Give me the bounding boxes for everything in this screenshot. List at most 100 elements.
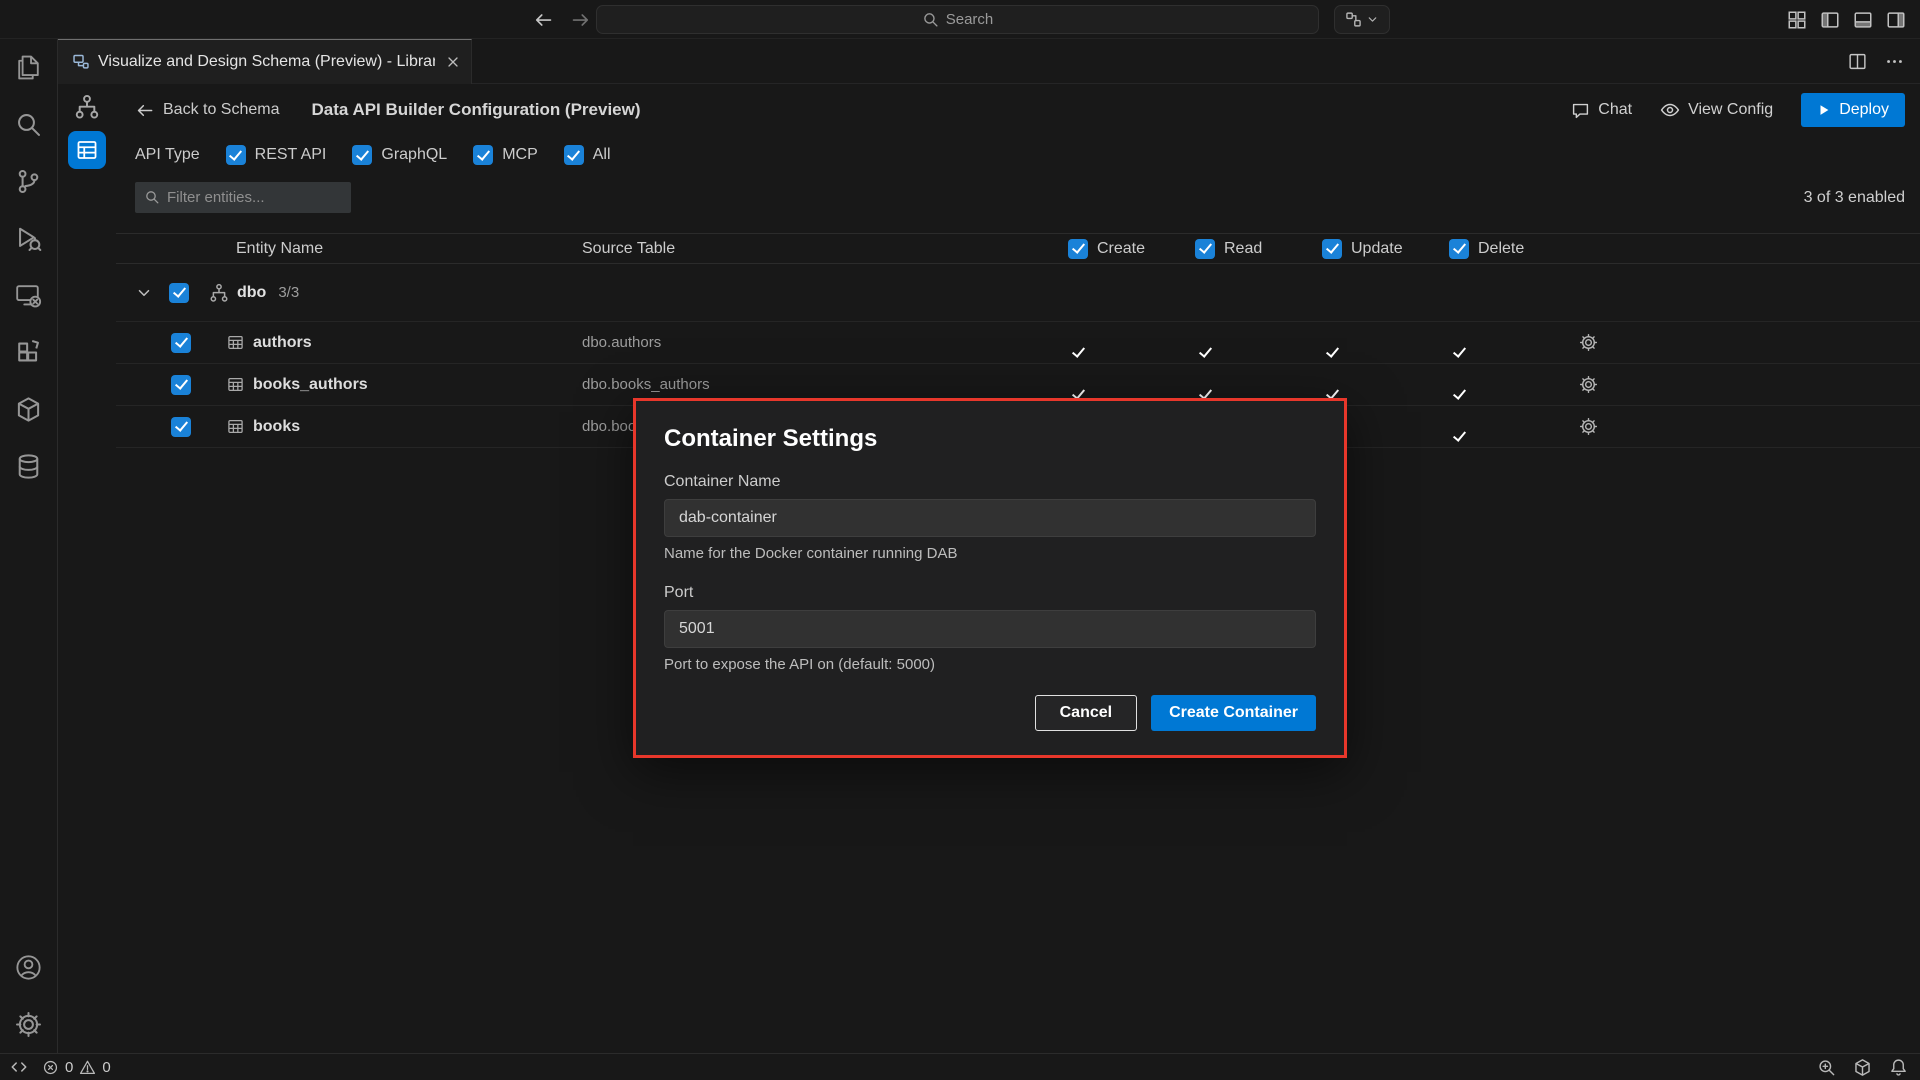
forward-arrow-icon[interactable]: [571, 10, 591, 30]
filter-graphql[interactable]: GraphQL: [352, 145, 447, 165]
command-center-search[interactable]: Search: [596, 5, 1319, 34]
play-icon: [1817, 103, 1831, 117]
warnings-count: 0: [102, 1059, 110, 1076]
schema-icon: [209, 283, 229, 303]
editor-tab-bar: Visualize and Design Schema (Preview) - …: [58, 39, 1920, 84]
view-config-button[interactable]: View Config: [1660, 100, 1773, 120]
notifications-bell-icon[interactable]: [1889, 1058, 1908, 1077]
back-arrow-icon: [135, 101, 154, 120]
zoom-icon[interactable]: [1817, 1058, 1836, 1077]
view-config-label: View Config: [1688, 101, 1773, 119]
mcp-checkbox[interactable]: [473, 145, 493, 165]
container-status-icon[interactable]: [1853, 1058, 1872, 1077]
source-table: dbo.books_authors: [582, 376, 1068, 393]
deploy-label: Deploy: [1839, 101, 1889, 119]
dialog-title: Container Settings: [664, 425, 1316, 453]
toggle-secondary-sidebar-icon[interactable]: [1886, 10, 1906, 30]
remote-indicator-icon[interactable]: [10, 1058, 28, 1076]
tab-label: Visualize and Design Schema (Preview) - …: [98, 53, 435, 71]
tab-close-icon[interactable]: [445, 54, 461, 70]
search-icon: [922, 11, 939, 28]
remote-explorer-icon[interactable]: [0, 267, 57, 324]
webview-nav-rail: [58, 84, 116, 1053]
cancel-button[interactable]: Cancel: [1035, 695, 1137, 731]
search-placeholder: Search: [946, 11, 994, 28]
filter-entities-input[interactable]: [135, 182, 351, 213]
col-source-table: Source Table: [582, 240, 1068, 258]
containers-cube-icon[interactable]: [0, 381, 57, 438]
back-to-schema-link[interactable]: Back to Schema: [135, 101, 280, 120]
all-label: All: [593, 146, 611, 164]
filter-mcp[interactable]: MCP: [473, 145, 538, 165]
container-name-label: Container Name: [664, 473, 1316, 491]
chat-label: Chat: [1598, 101, 1632, 119]
filter-all[interactable]: All: [564, 145, 611, 165]
explorer-icon[interactable]: [0, 39, 57, 96]
toggle-panel-icon[interactable]: [1853, 10, 1873, 30]
create-all-checkbox[interactable]: [1068, 239, 1088, 259]
container-settings-dialog: Container Settings Container Name Name f…: [633, 398, 1347, 758]
books-row-checkbox[interactable]: [171, 417, 191, 437]
enabled-summary: 3 of 3 enabled: [1804, 189, 1905, 207]
table-row-authors[interactable]: authors dbo.authors: [116, 322, 1920, 364]
port-input[interactable]: [664, 610, 1316, 648]
editor-actions: [1848, 39, 1920, 83]
header-actions: Chat View Config Deploy: [1571, 93, 1905, 127]
eye-icon: [1660, 100, 1680, 120]
filter-search-icon: [144, 189, 160, 205]
delete-all-checkbox[interactable]: [1449, 239, 1469, 259]
dbo-group-checkbox[interactable]: [169, 283, 189, 303]
schema-tab-icon: [72, 53, 90, 71]
all-checkbox[interactable]: [564, 145, 584, 165]
create-container-button[interactable]: Create Container: [1151, 695, 1316, 731]
activity-bar: [0, 39, 58, 1053]
account-icon[interactable]: [0, 939, 57, 996]
config-header: Back to Schema Data API Builder Configur…: [116, 84, 1920, 136]
port-label: Port: [664, 584, 1316, 602]
source-control-icon[interactable]: [0, 153, 57, 210]
entity-name: books_authors: [253, 376, 368, 394]
schema-group-row[interactable]: dbo 3/3: [116, 264, 1920, 322]
rest-api-checkbox[interactable]: [226, 145, 246, 165]
settings-gear-icon[interactable]: [0, 996, 57, 1053]
search-sidebar-icon[interactable]: [0, 96, 57, 153]
update-all-checkbox[interactable]: [1322, 239, 1342, 259]
container-name-input[interactable]: [664, 499, 1316, 537]
filter-rest-api[interactable]: REST API: [226, 145, 327, 165]
database-icon[interactable]: [0, 438, 57, 495]
history-nav: [533, 0, 591, 39]
config-view-tile-active[interactable]: [68, 131, 106, 169]
run-debug-icon[interactable]: [0, 210, 57, 267]
split-editor-icon[interactable]: [1848, 52, 1867, 71]
authors-row-checkbox[interactable]: [171, 333, 191, 353]
back-arrow-icon[interactable]: [533, 10, 553, 30]
tab-visualize-design-schema[interactable]: Visualize and Design Schema (Preview) - …: [58, 39, 472, 84]
api-type-label: API Type: [135, 146, 200, 164]
entity-name: books: [253, 418, 300, 436]
books-authors-row-checkbox[interactable]: [171, 375, 191, 395]
toggle-sidebar-icon[interactable]: [1820, 10, 1840, 30]
col-read: Read: [1195, 239, 1322, 259]
entity-table-header: Entity Name Source Table Create Read Upd…: [116, 233, 1920, 264]
read-all-checkbox[interactable]: [1195, 239, 1215, 259]
chat-button[interactable]: Chat: [1571, 101, 1632, 120]
back-link-label: Back to Schema: [163, 101, 280, 119]
more-actions-icon[interactable]: [1885, 52, 1904, 71]
session-dropdown[interactable]: [1334, 5, 1390, 34]
graphql-checkbox[interactable]: [352, 145, 372, 165]
chevron-down-icon[interactable]: [135, 284, 153, 302]
authors-settings-gear-icon[interactable]: [1577, 333, 1920, 352]
activity-bar-spacer: [0, 495, 57, 939]
layout-controls: [1787, 0, 1906, 39]
table-icon: [227, 376, 244, 393]
books-authors-settings-gear-icon[interactable]: [1577, 375, 1920, 394]
extensions-icon[interactable]: [0, 324, 57, 381]
problems-indicator[interactable]: 0 0: [42, 1059, 111, 1076]
schema-view-icon[interactable]: [74, 94, 100, 120]
customize-layout-icon[interactable]: [1787, 10, 1807, 30]
books-settings-gear-icon[interactable]: [1577, 417, 1920, 436]
rest-api-label: REST API: [255, 146, 327, 164]
errors-count: 0: [65, 1059, 73, 1076]
mcp-label: MCP: [502, 146, 538, 164]
deploy-button[interactable]: Deploy: [1801, 93, 1905, 127]
